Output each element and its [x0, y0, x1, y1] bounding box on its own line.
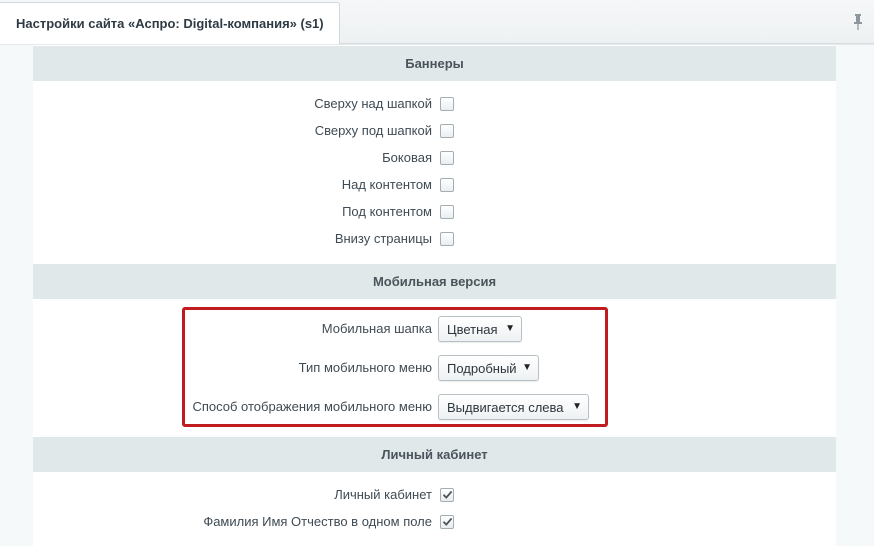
- setting-label: Тип мобильного меню: [298, 360, 432, 375]
- checkmark-icon: [442, 490, 453, 499]
- setting-row-below-content: Под контентом: [33, 201, 836, 223]
- checkbox-top-above-header[interactable]: [440, 97, 454, 111]
- section-header-cabinet: Личный кабинет: [33, 437, 836, 472]
- setting-label: Сверху над шапкой: [314, 96, 432, 111]
- setting-row-above-content: Над контентом: [33, 174, 836, 196]
- setting-label: Сверху под шапкой: [314, 123, 432, 138]
- checkbox-top-below-header[interactable]: [440, 124, 454, 138]
- mobile-menu-type-select[interactable]: Подробный ▼: [438, 355, 539, 381]
- dropdown-arrow-icon: ▼: [505, 323, 515, 334]
- section-header-mobile: Мобильная версия: [33, 264, 836, 299]
- checkbox-full-name-one-field[interactable]: [440, 515, 454, 529]
- dropdown-arrow-icon: ▼: [572, 401, 582, 412]
- setting-label: Под контентом: [342, 204, 432, 219]
- settings-content: Баннеры Сверху над шапкой Сверху под шап…: [0, 44, 874, 547]
- checkbox-above-content[interactable]: [440, 178, 454, 192]
- setting-label: Боковая: [382, 150, 432, 165]
- select-value: Подробный: [447, 361, 517, 376]
- select-value: Выдвигается слева: [447, 400, 564, 415]
- setting-row-top-above-header: Сверху над шапкой: [33, 93, 836, 115]
- setting-row-top-below-header: Сверху под шапкой: [33, 120, 836, 142]
- dropdown-arrow-icon: ▼: [522, 362, 532, 373]
- tab-title: Настройки сайта «Аспро: Digital-компания…: [16, 16, 324, 31]
- setting-row-mobile-menu-display: Способ отображения мобильного меню Выдви…: [33, 394, 836, 420]
- checkbox-page-bottom[interactable]: [440, 232, 454, 246]
- checkbox-below-content[interactable]: [440, 205, 454, 219]
- setting-row-personal-cabinet: Личный кабинет: [33, 484, 836, 506]
- setting-label: Внизу страницы: [334, 231, 432, 246]
- setting-row-page-bottom: Внизу страницы: [33, 228, 836, 250]
- setting-label: Личный кабинет: [334, 487, 432, 502]
- setting-row-mobile-header: Мобильная шапка Цветная ▼: [33, 316, 836, 342]
- pin-icon[interactable]: [852, 13, 864, 31]
- tab-site-settings[interactable]: Настройки сайта «Аспро: Digital-компания…: [0, 2, 340, 45]
- mobile-header-select[interactable]: Цветная ▼: [438, 316, 522, 342]
- setting-label: Способ отображения мобильного меню: [192, 399, 432, 414]
- mobile-menu-display-select[interactable]: Выдвигается слева ▼: [438, 394, 589, 420]
- select-value: Цветная: [447, 322, 498, 337]
- checkbox-side[interactable]: [440, 151, 454, 165]
- section-header-banners: Баннеры: [33, 46, 836, 81]
- settings-panel: Баннеры Сверху над шапкой Сверху под шап…: [33, 45, 836, 547]
- tab-bar: Настройки сайта «Аспро: Digital-компания…: [0, 0, 874, 45]
- setting-row-mobile-menu-type: Тип мобильного меню Подробный ▼: [33, 355, 836, 381]
- setting-label: Фамилия Имя Отчество в одном поле: [203, 514, 432, 529]
- setting-label: Мобильная шапка: [321, 321, 432, 336]
- setting-row-full-name-one-field: Фамилия Имя Отчество в одном поле: [33, 511, 836, 533]
- checkmark-icon: [442, 517, 453, 526]
- setting-row-side: Боковая: [33, 147, 836, 169]
- setting-label: Над контентом: [341, 177, 432, 192]
- checkbox-personal-cabinet[interactable]: [440, 488, 454, 502]
